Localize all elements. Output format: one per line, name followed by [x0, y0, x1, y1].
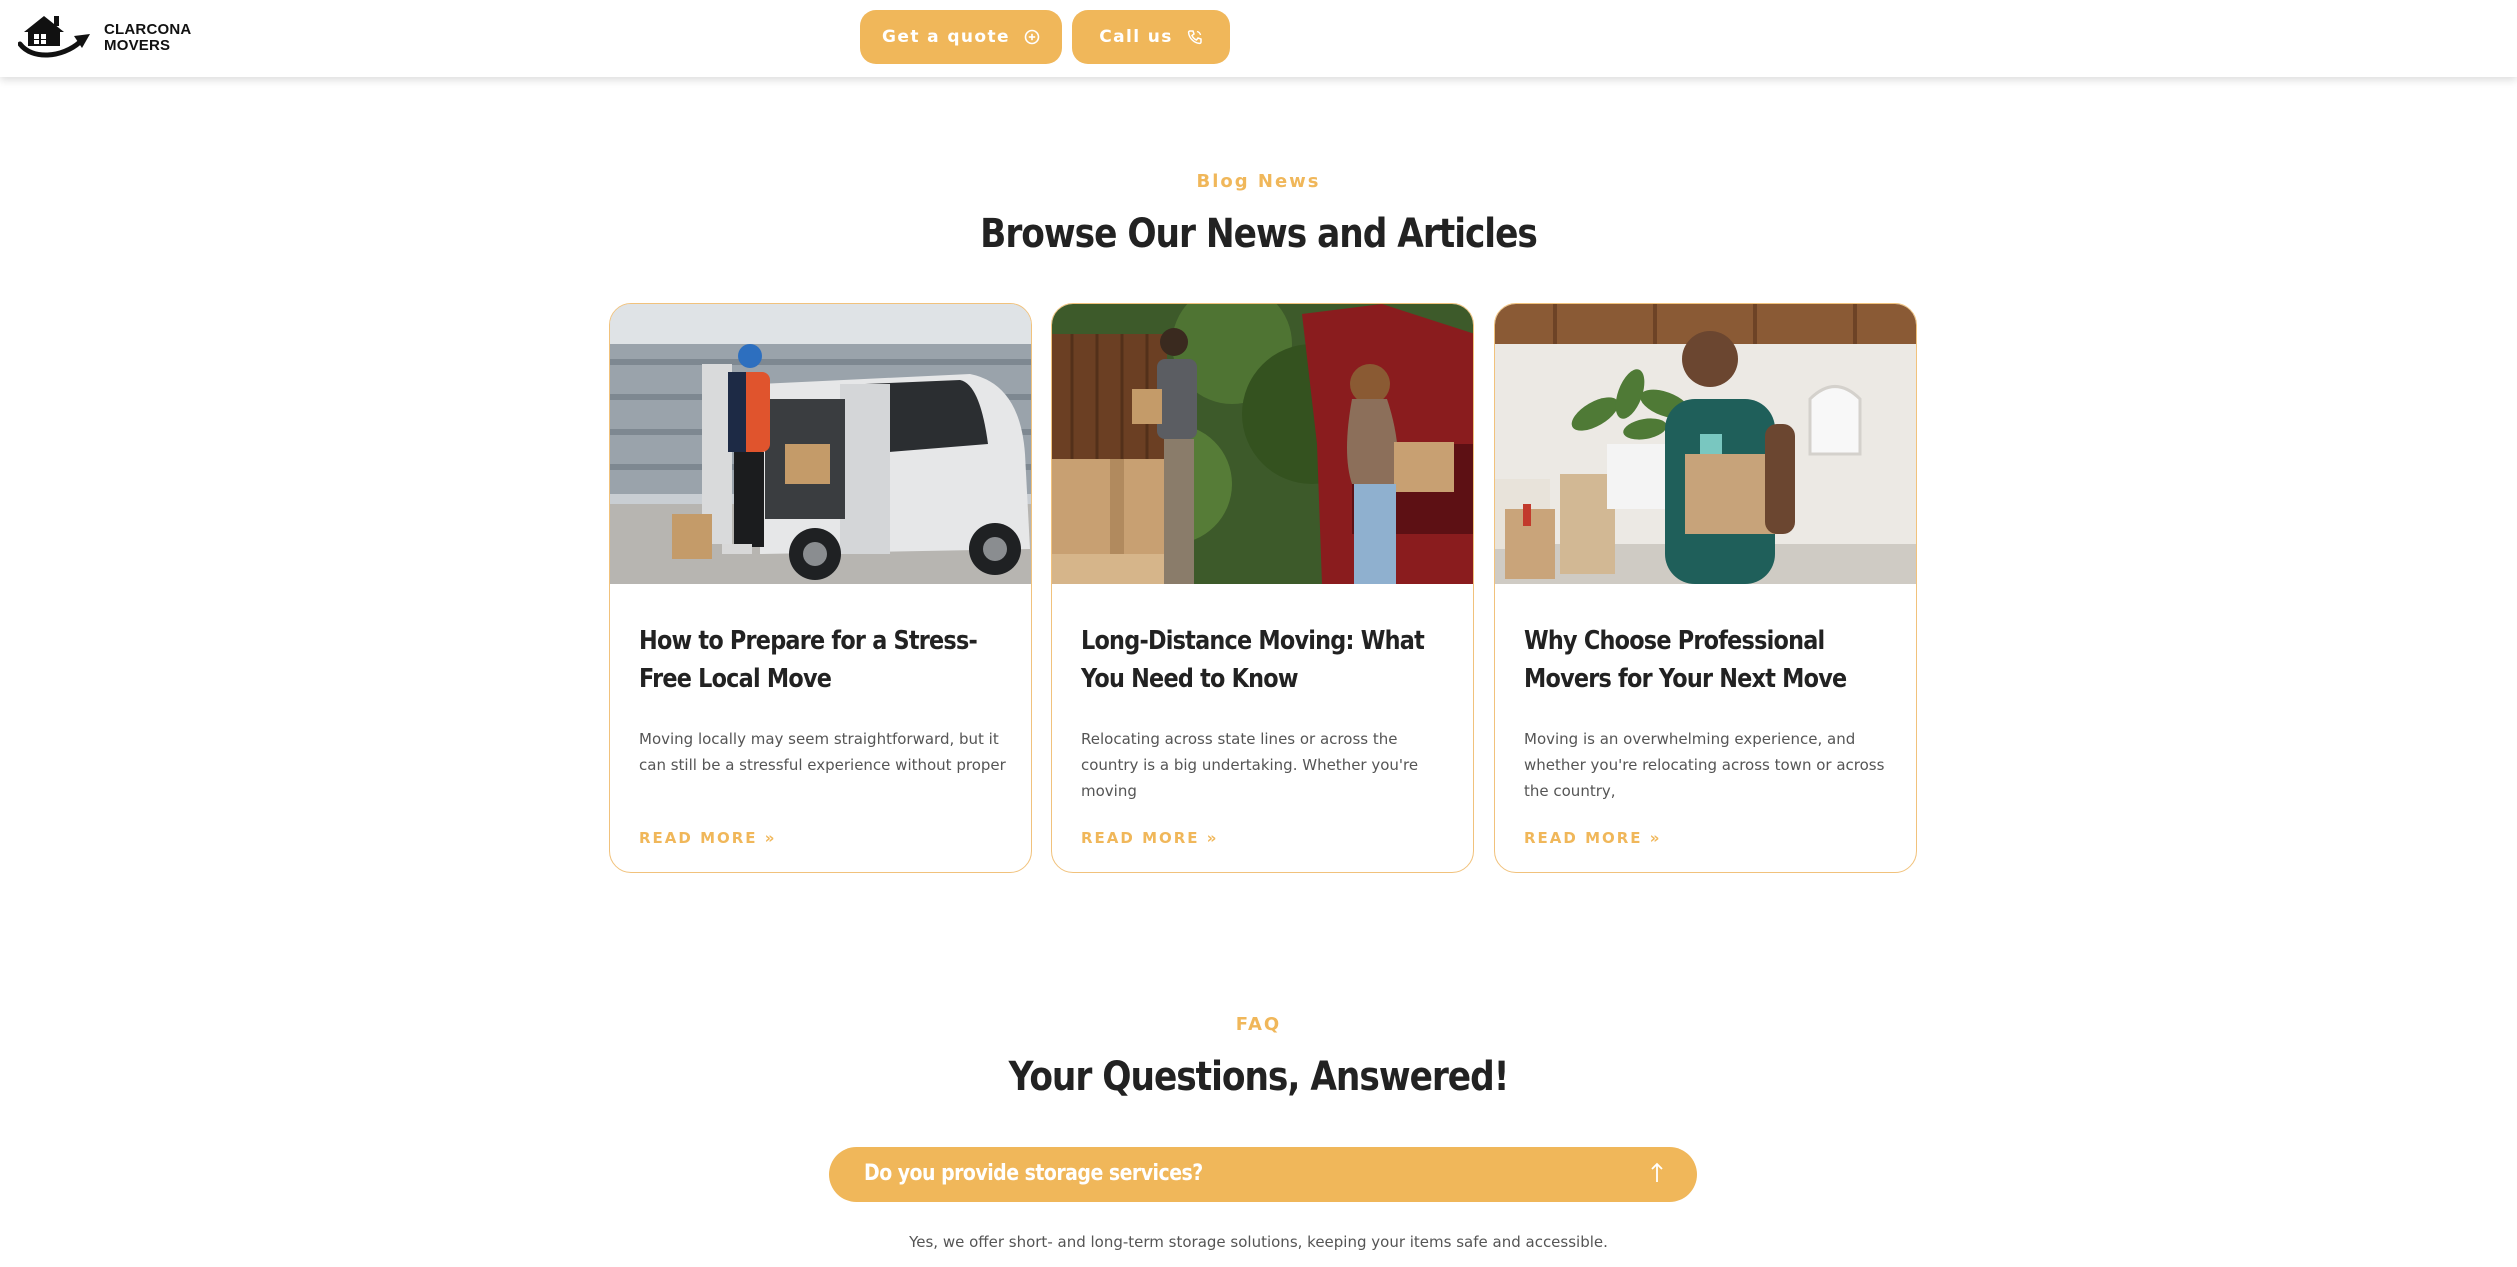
call-us-button[interactable]: Call us [1072, 10, 1230, 64]
logo-line-1: CLARCONA [104, 21, 192, 38]
logo[interactable]: CLARCONA MOVERS [18, 12, 193, 60]
blog-card-title[interactable]: How to Prepare for a Stress-Free Local M… [639, 622, 1009, 698]
blog-title: Browse Our News and Articles [980, 211, 1538, 257]
faq-item-header[interactable]: Do you provide storage services? [829, 1147, 1697, 1202]
blog-card-excerpt: Relocating across state lines or across … [1081, 730, 1419, 800]
blog-card[interactable]: How to Prepare for a Stress-Free Local M… [609, 303, 1032, 873]
arrow-up-icon[interactable] [1643, 1160, 1671, 1188]
blog-card-image[interactable] [1495, 304, 1916, 584]
read-more-link[interactable]: READ MORE » [1081, 829, 1218, 847]
faq-question: Do you provide storage services? [864, 1161, 1203, 1186]
blog-card-image[interactable] [610, 304, 1031, 584]
faq-eyebrow: FAQ [1235, 1014, 1282, 1035]
blog-card[interactable]: Long-Distance Moving: What You Need to K… [1051, 303, 1474, 873]
blog-cards: How to Prepare for a Stress-Free Local M… [609, 303, 1917, 873]
blog-card-image[interactable] [1052, 304, 1473, 584]
phone-icon [1187, 30, 1202, 45]
faq-answer: Yes, we offer short- and long-term stora… [909, 1233, 1608, 1251]
photo-couple-loading-car [1052, 304, 1473, 584]
call-us-label: Call us [1099, 27, 1173, 47]
blog-card-title[interactable]: Long-Distance Moving: What You Need to K… [1081, 622, 1451, 698]
blog-card-title[interactable]: Why Choose Professional Movers for Your … [1524, 622, 1894, 698]
blog-card-excerpt: Moving locally may seem straightforward,… [639, 730, 1006, 774]
blog-eyebrow: Blog News [1196, 171, 1321, 192]
photo-man-carrying-box-and-plant [1495, 304, 1916, 584]
logo-line-2: MOVERS [104, 37, 171, 54]
get-quote-label: Get a quote [882, 27, 1010, 47]
faq-title: Your Questions, Answered! [1008, 1054, 1510, 1100]
get-quote-button[interactable]: Get a quote [860, 10, 1062, 64]
blog-card-excerpt: Moving is an overwhelming experience, an… [1524, 730, 1885, 800]
photo-mover-loading-van [610, 304, 1031, 584]
logo-text: CLARCONA MOVERS [104, 22, 191, 54]
house-logo-icon [18, 16, 90, 58]
plus-circle-icon [1024, 29, 1040, 45]
blog-card[interactable]: Why Choose Professional Movers for Your … [1494, 303, 1917, 873]
read-more-link[interactable]: READ MORE » [639, 829, 776, 847]
site-header: CLARCONA MOVERS Get a quote Call us [0, 0, 2517, 77]
read-more-link[interactable]: READ MORE » [1524, 829, 1661, 847]
